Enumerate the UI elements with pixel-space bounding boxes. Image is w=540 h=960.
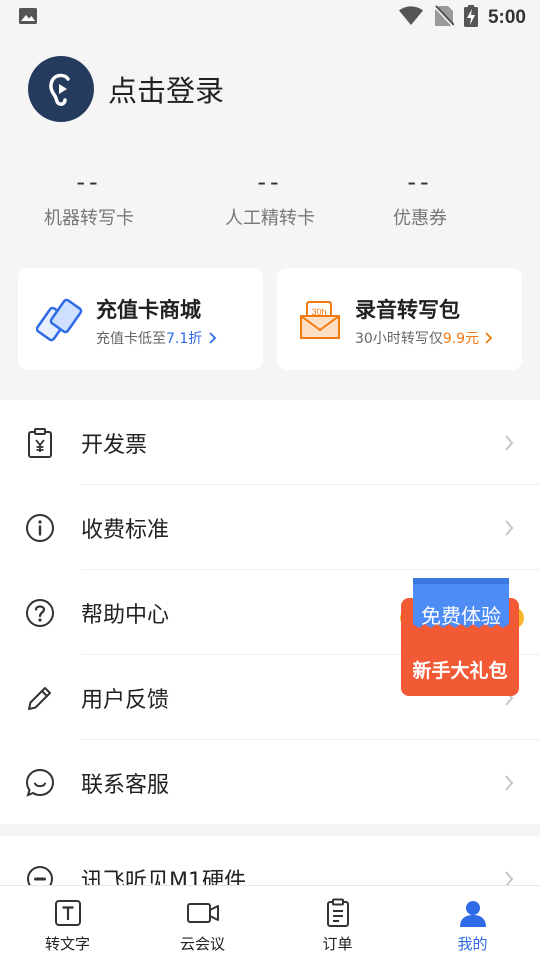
tab-cloud-meeting[interactable]: 云会议 [135, 886, 270, 960]
bottom-tab-bar: 转文字 云会议 订单 我的 [0, 885, 540, 960]
card-subtitle-highlight: 7.1折 [166, 331, 203, 347]
login-link[interactable]: 点击登录 [108, 68, 224, 110]
invoice-icon [24, 427, 56, 459]
card-subtitle-text: 充值卡低至 [96, 331, 166, 347]
tab-mine[interactable]: 我的 [405, 886, 540, 960]
tab-label: 云会议 [179, 935, 225, 953]
cards-icon [35, 296, 86, 344]
recharge-card-shop[interactable]: 充值卡商城 充值卡低至 7.1折 [18, 268, 263, 370]
info-icon [24, 512, 56, 544]
chevron-right-icon [209, 332, 217, 344]
menu-label: 收费标准 [81, 517, 170, 543]
stat-machine-card[interactable]: -- 机器转写卡 [14, 166, 164, 230]
gallery-notification-icon [18, 6, 38, 30]
chevron-right-icon [505, 520, 514, 536]
stat-value: -- [76, 168, 102, 196]
menu-item-customer-service[interactable]: 联系客服 [0, 740, 540, 825]
video-camera-icon [186, 896, 220, 930]
menu-item-invoice[interactable]: 开发票 [0, 400, 540, 485]
account-stats: -- 机器转写卡 -- 人工精转卡 -- 优惠券 [0, 166, 540, 240]
stat-coupon[interactable]: -- 优惠券 [345, 166, 495, 230]
menu-label: 联系客服 [81, 772, 170, 798]
chat-smile-icon [24, 767, 56, 799]
help-icon [24, 597, 56, 629]
promo-bottom-text: 新手大礼包 [412, 660, 508, 682]
promo-cards: 充值卡商城 充值卡低至 7.1折 30h 录音转写包 30小时转写仅 9.9元 [18, 268, 522, 370]
package-30h-icon: 30h [295, 296, 345, 344]
stat-label: 机器转写卡 [44, 208, 134, 229]
pencil-icon [24, 682, 56, 714]
tab-orders[interactable]: 订单 [270, 886, 405, 960]
status-bar: 5:00 [0, 0, 540, 36]
user-icon [456, 896, 490, 930]
battery-charging-icon [463, 5, 478, 31]
profile-header[interactable]: 点击登录 [28, 56, 224, 122]
card-title: 充值卡商城 [96, 298, 201, 322]
menu-item-pricing[interactable]: 收费标准 [0, 485, 540, 570]
chevron-right-icon [485, 332, 493, 344]
tab-label: 转文字 [44, 935, 90, 953]
menu-label: 用户反馈 [81, 687, 170, 713]
tab-label: 我的 [457, 935, 488, 953]
clipboard-icon [321, 896, 355, 930]
card-subtitle-highlight: 9.9元 [442, 331, 480, 347]
tab-label: 订单 [322, 935, 353, 953]
wifi-icon [398, 6, 424, 30]
promo-top-text: 免费体验 [421, 604, 501, 628]
tab-transcribe[interactable]: 转文字 [0, 886, 135, 960]
chevron-right-icon [505, 435, 514, 451]
no-sim-icon [434, 5, 455, 31]
text-t-icon [51, 896, 85, 930]
card-subtitle: 充值卡低至 7.1折 [96, 328, 218, 348]
menu-label: 帮助中心 [81, 602, 170, 628]
avatar[interactable] [28, 56, 94, 122]
card-subtitle-text: 30小时转写仅 [355, 331, 443, 347]
ear-logo-icon [49, 73, 70, 106]
stat-label: 优惠券 [393, 208, 447, 229]
stat-manual-card[interactable]: -- 人工精转卡 [195, 166, 345, 230]
card-subtitle: 30小时转写仅 9.9元 [355, 328, 494, 348]
stat-label: 人工精转卡 [225, 208, 315, 229]
status-time: 5:00 [487, 7, 526, 28]
stat-value: -- [257, 168, 283, 196]
card-title: 录音转写包 [355, 298, 460, 322]
chevron-right-icon [505, 775, 514, 791]
menu-label: 开发票 [81, 432, 148, 458]
stat-value: -- [407, 168, 433, 196]
newbie-gift-floating-badge[interactable]: 免费体验 新手大礼包 [399, 578, 525, 698]
recording-package-card[interactable]: 30h 录音转写包 30小时转写仅 9.9元 [277, 268, 522, 370]
